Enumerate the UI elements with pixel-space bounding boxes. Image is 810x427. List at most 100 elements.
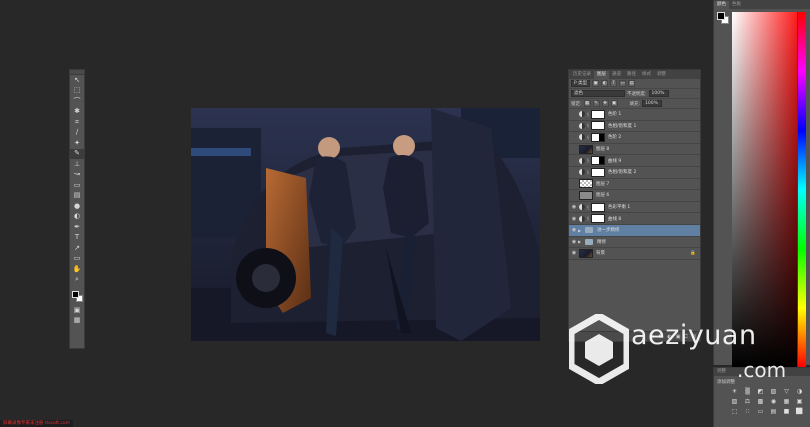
- color-panel-tab[interactable]: 颜色: [714, 1, 729, 9]
- mask-link-icon[interactable]: §: [586, 205, 590, 210]
- layer-row[interactable]: ◉ 图层 6: [569, 190, 700, 202]
- blur-tool-icon[interactable]: ●: [70, 201, 84, 212]
- marquee-tool-icon[interactable]: ⬚: [70, 86, 84, 97]
- adjustment-icon[interactable]: ◉: [769, 398, 778, 405]
- layer-row[interactable]: ◉ § 色阶 2: [569, 132, 700, 144]
- shape-tool-icon[interactable]: ▭: [70, 254, 84, 265]
- filter-adjust-icon[interactable]: ◐: [601, 80, 609, 87]
- adjustment-icon[interactable]: ▭: [756, 408, 765, 415]
- layer-filter-select[interactable]: P 类型: [571, 80, 591, 87]
- document-canvas[interactable]: [191, 108, 540, 341]
- lock-all-icon[interactable]: ▣: [610, 100, 618, 107]
- fill-input[interactable]: 100%: [642, 100, 663, 107]
- adjustment-icon[interactable]: ▤: [769, 408, 778, 415]
- layer-row[interactable]: ◉ § 色相/饱和度 1: [569, 121, 700, 133]
- adjustment-icon[interactable]: ∷: [743, 408, 752, 415]
- path-select-tool-icon[interactable]: ↗: [70, 243, 84, 254]
- mask-link-icon[interactable]: §: [586, 135, 590, 140]
- layers-panel-tab[interactable]: 路径: [624, 71, 639, 79]
- zoom-tool-icon[interactable]: ⌕: [70, 275, 84, 286]
- adjustment-icon[interactable]: ■: [782, 408, 791, 415]
- layers-panel-tab[interactable]: 通道: [609, 71, 624, 79]
- visibility-eye-icon[interactable]: ◉: [570, 226, 578, 234]
- layers-panel-tab[interactable]: 调整: [654, 71, 669, 79]
- mask-link-icon[interactable]: §: [586, 123, 590, 128]
- filter-pixel-icon[interactable]: ▣: [592, 80, 600, 87]
- lock-brush-icon[interactable]: ✎: [592, 100, 600, 107]
- adjustment-icon[interactable]: ◑: [795, 388, 804, 395]
- blend-mode-select[interactable]: 滤色: [571, 90, 625, 97]
- mask-link-icon[interactable]: §: [586, 170, 590, 175]
- healing-brush-tool-icon[interactable]: ✦: [70, 138, 84, 149]
- layer-row[interactable]: ◉ 图层 8: [569, 144, 700, 156]
- layer-row[interactable]: ◉ § 色彩平衡 1: [569, 202, 700, 214]
- layers-panel-tab[interactable]: 历史记录: [570, 71, 594, 79]
- layers-panel-tab[interactable]: 样式: [639, 71, 654, 79]
- lock-move-icon[interactable]: ✥: [601, 100, 609, 107]
- visibility-eye-icon[interactable]: ◉: [570, 133, 578, 141]
- opacity-input[interactable]: 100%: [648, 90, 669, 97]
- layer-row[interactable]: ◉ § 曲线 8: [569, 213, 700, 225]
- adjustment-icon[interactable]: ◩: [756, 388, 765, 395]
- type-tool-icon[interactable]: T: [70, 233, 84, 244]
- visibility-eye-icon[interactable]: ◉: [570, 180, 578, 188]
- filter-type-icon[interactable]: T: [610, 80, 618, 87]
- color-swatches[interactable]: [70, 289, 84, 305]
- color-panel-tab[interactable]: 色板: [729, 1, 744, 9]
- group-expand-icon[interactable]: ▶: [578, 228, 583, 233]
- adjustment-icon[interactable]: ▩: [756, 398, 765, 405]
- mask-link-icon[interactable]: §: [586, 216, 590, 221]
- quick-mask-icon[interactable]: ▣: [70, 305, 84, 316]
- foreground-color-swatch[interactable]: [72, 291, 79, 298]
- dodge-tool-icon[interactable]: ◐: [70, 212, 84, 223]
- lock-transparent-icon[interactable]: ▦: [583, 100, 591, 107]
- adjustment-icon[interactable]: ☀: [730, 388, 739, 395]
- gradient-tool-icon[interactable]: ▤: [70, 191, 84, 202]
- layer-row[interactable]: ◉ ▶ 进一步精修: [569, 224, 700, 237]
- layer-row[interactable]: ◉ 图层 7: [569, 179, 700, 191]
- layer-row[interactable]: ◉ § 曲线 9: [569, 155, 700, 167]
- adjustment-icon[interactable]: ▨: [730, 398, 739, 405]
- visibility-eye-icon[interactable]: ◉: [570, 122, 578, 130]
- visibility-eye-icon[interactable]: ◉: [570, 110, 578, 118]
- adjustment-icon[interactable]: ⚖: [743, 398, 752, 405]
- visibility-eye-icon[interactable]: ◉: [570, 145, 578, 153]
- adjustment-icon[interactable]: ▧: [769, 388, 778, 395]
- pen-tool-icon[interactable]: ✒: [70, 222, 84, 233]
- move-tool-icon[interactable]: ↖: [70, 75, 84, 86]
- adjustment-icon[interactable]: ▣: [795, 398, 804, 405]
- hand-tool-icon[interactable]: ✋: [70, 264, 84, 275]
- screen-mode-icon[interactable]: ▦: [70, 316, 84, 327]
- visibility-eye-icon[interactable]: ◉: [570, 157, 578, 165]
- adjustment-icon[interactable]: ▦: [782, 398, 791, 405]
- adjustment-icon[interactable]: ⬜: [795, 408, 804, 415]
- crop-tool-icon[interactable]: ⌗: [70, 117, 84, 128]
- eraser-tool-icon[interactable]: ▭: [70, 180, 84, 191]
- layer-row[interactable]: ◉ § 色相/饱和度 2: [569, 167, 700, 179]
- adjustment-icon[interactable]: ▒: [743, 388, 752, 395]
- visibility-eye-icon[interactable]: ◉: [570, 238, 578, 246]
- eyedropper-tool-icon[interactable]: ∕: [70, 128, 84, 139]
- visibility-eye-icon[interactable]: ◉: [570, 249, 578, 257]
- layer-row[interactable]: ◉ 背景 🔒: [569, 248, 700, 260]
- filter-shape-icon[interactable]: ▭: [619, 80, 627, 87]
- lasso-tool-icon[interactable]: ⌒: [70, 96, 84, 107]
- filter-smart-icon[interactable]: ▤: [628, 80, 636, 87]
- brush-tool-icon[interactable]: ✎: [70, 148, 84, 159]
- layers-panel-tab[interactable]: 图层: [594, 71, 609, 79]
- mask-link-icon[interactable]: §: [586, 112, 590, 117]
- visibility-eye-icon[interactable]: ◉: [570, 215, 578, 223]
- color-panel-foreground-swatch[interactable]: [717, 12, 725, 20]
- mask-link-icon[interactable]: §: [586, 158, 590, 163]
- visibility-eye-icon[interactable]: ◉: [570, 203, 578, 211]
- quick-select-tool-icon[interactable]: ✱: [70, 107, 84, 118]
- history-brush-tool-icon[interactable]: ↝: [70, 170, 84, 181]
- group-expand-icon[interactable]: ▶: [578, 239, 583, 244]
- adjustment-icon[interactable]: ⬚: [730, 408, 739, 415]
- visibility-eye-icon[interactable]: ◉: [570, 168, 578, 176]
- layer-row[interactable]: ◉ § 色阶 1: [569, 109, 700, 121]
- clone-stamp-tool-icon[interactable]: ⊥: [70, 159, 84, 170]
- visibility-eye-icon[interactable]: ◉: [570, 191, 578, 199]
- adjustment-icon[interactable]: ▽: [782, 388, 791, 395]
- layer-row[interactable]: ◉ ▶ 精修: [569, 237, 700, 249]
